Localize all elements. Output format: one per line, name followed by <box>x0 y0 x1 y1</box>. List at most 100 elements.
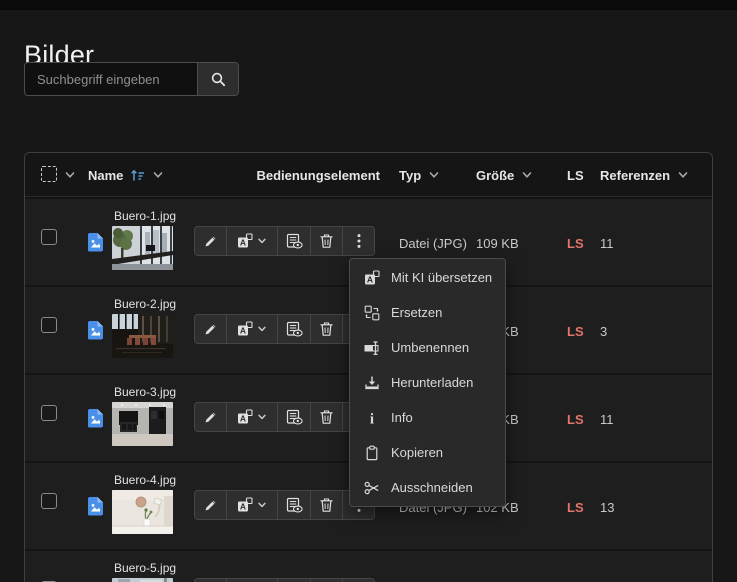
edit-button[interactable] <box>194 578 227 582</box>
file-name[interactable]: Buero-3.jpg <box>114 385 192 399</box>
column-header-references[interactable]: Referenzen <box>600 153 689 197</box>
row-checkbox[interactable] <box>41 317 57 333</box>
sort-ascending-icon[interactable] <box>130 168 145 182</box>
info-icon: i <box>363 410 380 426</box>
edit-button[interactable] <box>194 226 227 256</box>
ls-badge: LS <box>567 499 584 515</box>
row-controls: A <box>194 314 375 344</box>
top-bar <box>0 0 737 10</box>
row-controls: A <box>194 490 375 520</box>
pencil-icon <box>203 234 218 249</box>
show-references-button[interactable] <box>277 578 311 582</box>
file-name[interactable]: Buero-4.jpg <box>114 473 192 487</box>
ls-badge: LS <box>567 235 584 251</box>
menu-item-rename[interactable]: Umbenennen <box>350 330 505 365</box>
edit-button[interactable] <box>194 402 227 432</box>
more-options-button[interactable] <box>342 226 375 256</box>
delete-button[interactable] <box>310 490 343 520</box>
row-checkbox[interactable] <box>41 229 57 245</box>
menu-item-info[interactable]: i Info <box>350 400 505 435</box>
menu-item-translate-ki[interactable]: A Mit KI übersetzen <box>350 260 505 295</box>
chevron-down-icon[interactable] <box>521 169 533 181</box>
file-name-cell[interactable]: Buero-4.jpg <box>112 473 192 534</box>
edit-button[interactable] <box>194 314 227 344</box>
pencil-icon <box>203 322 218 337</box>
translate-icon: A <box>237 233 253 249</box>
file-name[interactable]: Buero-2.jpg <box>114 297 192 311</box>
row-checkbox[interactable] <box>41 405 57 421</box>
translate-button[interactable]: A <box>226 226 278 256</box>
file-name-cell[interactable]: Buero-3.jpg <box>112 385 192 446</box>
references-count[interactable]: 11 <box>600 199 614 287</box>
menu-item-download[interactable]: Herunterladen <box>350 365 505 400</box>
image-file-icon <box>88 497 103 516</box>
translate-button[interactable]: A <box>226 402 278 432</box>
record-eye-icon <box>286 233 303 249</box>
pencil-icon <box>203 410 218 425</box>
menu-item-replace[interactable]: Ersetzen <box>350 295 505 330</box>
translate-button[interactable]: A <box>226 314 278 344</box>
translate-button[interactable]: A <box>226 490 278 520</box>
translate-icon: A <box>237 409 253 425</box>
delete-button[interactable] <box>310 578 343 582</box>
edit-button[interactable] <box>194 490 227 520</box>
rename-icon <box>363 340 380 356</box>
column-header-type[interactable]: Typ <box>399 153 440 197</box>
file-name-cell[interactable]: Buero-1.jpg <box>112 209 192 270</box>
image-file-icon <box>88 233 103 252</box>
chevron-down-icon[interactable] <box>677 169 689 181</box>
file-thumbnail[interactable] <box>112 314 173 358</box>
more-options-button[interactable] <box>342 578 375 582</box>
menu-item-cut[interactable]: Ausschneiden <box>350 470 505 505</box>
chevron-down-icon <box>257 236 267 246</box>
select-all-checkbox[interactable] <box>41 166 57 182</box>
file-name-cell[interactable]: Buero-5.jpg <box>112 561 192 582</box>
trash-icon <box>319 409 334 425</box>
delete-button[interactable] <box>310 402 343 432</box>
delete-button[interactable] <box>310 226 343 256</box>
translate-icon: A <box>237 321 253 337</box>
ls-badge: LS <box>567 411 584 427</box>
file-thumbnail[interactable] <box>112 402 173 446</box>
record-eye-icon <box>286 497 303 513</box>
delete-button[interactable] <box>310 314 343 344</box>
chevron-down-icon[interactable] <box>152 169 164 181</box>
file-thumbnail[interactable] <box>112 578 173 582</box>
file-thumbnail[interactable] <box>112 490 173 534</box>
show-references-button[interactable] <box>277 226 311 256</box>
file-name-cell[interactable]: Buero-2.jpg <box>112 297 192 358</box>
scissors-icon <box>363 480 380 496</box>
table-header: Name Bedienungselement Typ Größe LS Refe… <box>25 153 712 197</box>
image-file-icon <box>88 409 103 428</box>
references-count[interactable]: 13 <box>600 463 614 551</box>
chevron-down-icon[interactable] <box>428 169 440 181</box>
show-references-button[interactable] <box>277 314 311 344</box>
search-input[interactable] <box>25 63 197 95</box>
app-window: Bilder Name Bedi <box>0 0 737 582</box>
references-count[interactable]: 3 <box>600 287 607 375</box>
trash-icon <box>319 321 334 337</box>
chevron-down-icon <box>257 412 267 422</box>
chevron-down-icon <box>257 324 267 334</box>
svg-text:A: A <box>240 238 246 248</box>
ls-badge: LS <box>567 323 584 339</box>
menu-item-copy[interactable]: Kopieren <box>350 435 505 470</box>
search-button[interactable] <box>197 63 238 95</box>
show-references-button[interactable] <box>277 490 311 520</box>
translate-button[interactable] <box>226 578 278 582</box>
column-header-controls: Bedienungselement <box>256 167 380 183</box>
column-header-name[interactable]: Name <box>88 153 164 197</box>
svg-text:A: A <box>240 326 246 336</box>
references-count[interactable]: 11 <box>600 375 614 463</box>
show-references-button[interactable] <box>277 402 311 432</box>
select-options-chevron[interactable] <box>64 153 76 197</box>
chevron-down-icon <box>257 500 267 510</box>
row-checkbox[interactable] <box>41 493 57 509</box>
trash-icon <box>319 233 334 249</box>
column-header-size[interactable]: Größe <box>476 153 533 197</box>
file-name[interactable]: Buero-1.jpg <box>114 209 192 223</box>
file-thumbnail[interactable] <box>112 226 173 270</box>
row-controls <box>194 578 375 582</box>
file-name[interactable]: Buero-5.jpg <box>114 561 192 575</box>
replace-icon <box>363 305 380 321</box>
